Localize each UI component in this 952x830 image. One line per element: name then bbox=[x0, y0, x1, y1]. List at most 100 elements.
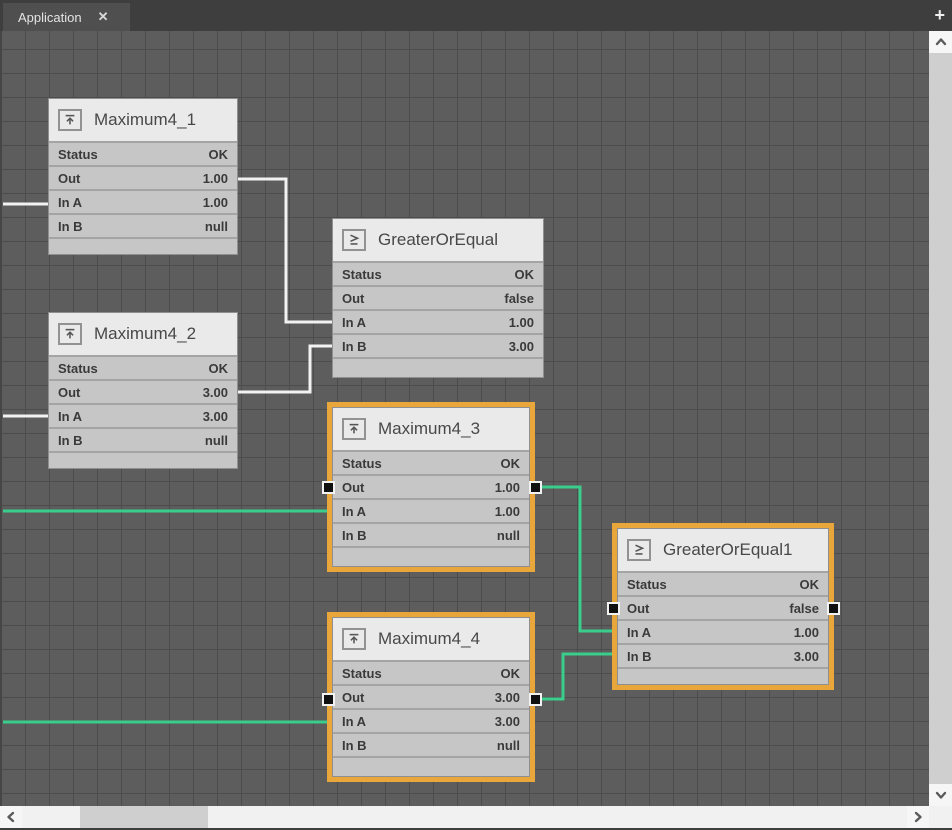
row-label: In A bbox=[342, 504, 366, 519]
row-value: OK bbox=[501, 456, 521, 471]
vertical-scroll-thumb[interactable] bbox=[929, 53, 952, 784]
node-row-out[interactable]: Out 1.00 bbox=[333, 476, 529, 498]
node-row-out[interactable]: Out 3.00 bbox=[333, 686, 529, 708]
scroll-down-icon[interactable] bbox=[929, 784, 952, 806]
row-label: In A bbox=[58, 409, 82, 424]
node-title: Maximum4_1 bbox=[94, 110, 196, 130]
row-value: 3.00 bbox=[794, 649, 819, 664]
row-value: false bbox=[504, 291, 534, 306]
horizontal-scrollbar[interactable] bbox=[0, 806, 929, 828]
node-row-out[interactable]: Outfalse bbox=[618, 597, 828, 619]
node-row-out[interactable]: Outfalse bbox=[333, 287, 543, 309]
row-value: null bbox=[205, 219, 228, 234]
row-value: 3.00 bbox=[509, 339, 534, 354]
node-row-in-b[interactable]: In B 3.00 bbox=[333, 335, 543, 357]
greater-or-equal-icon bbox=[342, 229, 366, 251]
node-title: Maximum4_4 bbox=[378, 629, 480, 649]
node-row-in-a[interactable]: In A1.00 bbox=[333, 311, 543, 333]
node-title: GreaterOrEqual1 bbox=[663, 540, 792, 560]
row-label: Out bbox=[342, 690, 364, 705]
row-value: null bbox=[497, 528, 520, 543]
row-label: In B bbox=[342, 528, 367, 543]
maximum-icon bbox=[342, 418, 366, 440]
node-row-in-a[interactable]: In A 1.00 bbox=[333, 500, 529, 522]
row-value: OK bbox=[209, 147, 229, 162]
node-footer bbox=[49, 453, 237, 468]
greater-or-equal-icon bbox=[627, 539, 651, 561]
node-row-out[interactable]: Out1.00 bbox=[49, 167, 237, 189]
node-row-in-b[interactable]: In B null bbox=[49, 215, 237, 237]
node-row-in-a[interactable]: In A 3.00 bbox=[49, 405, 237, 427]
node-footer bbox=[49, 239, 237, 254]
node-row-in-b[interactable]: In B null bbox=[333, 524, 529, 546]
node-row-in-a[interactable]: In A1.00 bbox=[618, 621, 828, 643]
row-value: 3.00 bbox=[203, 385, 228, 400]
row-label: In A bbox=[58, 195, 82, 210]
node-footer bbox=[333, 758, 529, 776]
row-label: In B bbox=[58, 219, 83, 234]
vertical-scrollbar[interactable] bbox=[929, 31, 952, 806]
node-maximum4-2[interactable]: Maximum4_2 StatusOKOut3.00 In A 3.00 In Bnul… bbox=[48, 312, 238, 469]
node-footer bbox=[618, 669, 828, 684]
node-row-in-b[interactable]: In B 3.00 bbox=[618, 645, 828, 667]
tab-application[interactable]: Application ✕ bbox=[3, 3, 130, 31]
row-label: In B bbox=[342, 339, 367, 354]
node-header[interactable]: Maximum4_1 bbox=[49, 99, 237, 141]
node-maximum4-1[interactable]: Maximum4_1 Status OK Out1.00In A1.00 In B nul… bbox=[48, 98, 238, 255]
node-row-status[interactable]: Status OK bbox=[49, 143, 237, 165]
canvas[interactable]: Maximum4_1 Status OK Out 1.00 In A 1.00 In B nul… bbox=[0, 31, 929, 806]
row-label: Status bbox=[58, 147, 98, 162]
node-row-out[interactable]: Out3.00 bbox=[49, 381, 237, 403]
node-row-status[interactable]: StatusOK bbox=[333, 263, 543, 285]
node-header[interactable]: Maximum4_4 bbox=[333, 618, 529, 660]
row-label: In B bbox=[627, 649, 652, 664]
node-row-in-b[interactable]: In Bnull bbox=[333, 734, 529, 756]
row-label: Status bbox=[342, 456, 382, 471]
row-label: Status bbox=[342, 666, 382, 681]
scroll-up-icon[interactable] bbox=[929, 31, 952, 53]
node-row-in-a[interactable]: In A3.00 bbox=[333, 710, 529, 732]
tab-close-icon[interactable]: ✕ bbox=[98, 9, 109, 25]
horizontal-scroll-thumb[interactable] bbox=[80, 806, 208, 828]
node-row-status[interactable]: Status OK bbox=[333, 452, 529, 474]
scroll-left-icon[interactable] bbox=[0, 806, 22, 828]
row-label: Out bbox=[342, 480, 364, 495]
row-value: 3.00 bbox=[495, 690, 520, 705]
port-handle-1[interactable] bbox=[529, 481, 542, 494]
node-greaterorequal1[interactable]: GreaterOrEqual1StatusOKOutfalseIn A1.00I… bbox=[617, 528, 829, 685]
row-value: false bbox=[789, 601, 819, 616]
tab-bar: Application ✕ + bbox=[0, 0, 952, 31]
row-value: 3.00 bbox=[203, 409, 228, 424]
node-header[interactable]: Maximum4_3 bbox=[333, 408, 529, 450]
port-handle-4[interactable] bbox=[607, 602, 620, 615]
row-label: Status bbox=[58, 361, 98, 376]
tab-label: Application bbox=[18, 10, 82, 25]
node-row-in-a[interactable]: In A1.00 bbox=[49, 191, 237, 213]
canvas-left-edge bbox=[0, 31, 2, 806]
port-handle-0[interactable] bbox=[322, 481, 335, 494]
row-value: 1.00 bbox=[509, 315, 534, 330]
node-greaterorequal[interactable]: GreaterOrEqualStatusOKOutfalseIn A1.00In… bbox=[332, 218, 544, 378]
node-footer bbox=[333, 548, 529, 566]
node-row-status[interactable]: StatusOK bbox=[618, 573, 828, 595]
row-value: 1.00 bbox=[794, 625, 819, 640]
node-row-in-b[interactable]: In Bnull bbox=[49, 429, 237, 451]
row-value: 1.00 bbox=[495, 480, 520, 495]
new-tab-button[interactable]: + bbox=[934, 4, 945, 26]
port-handle-5[interactable] bbox=[827, 602, 840, 615]
node-header[interactable]: GreaterOrEqual bbox=[333, 219, 543, 261]
node-header[interactable]: Maximum4_2 bbox=[49, 313, 237, 355]
scroll-right-icon[interactable] bbox=[907, 806, 929, 828]
node-row-status[interactable]: StatusOK bbox=[333, 662, 529, 684]
port-handle-3[interactable] bbox=[529, 693, 542, 706]
node-maximum4-3[interactable]: Maximum4_3 Status OK Out 1.00 In A 1.00 In B nul… bbox=[332, 407, 530, 567]
node-maximum4-4[interactable]: Maximum4_4 StatusOK Out 3.00 In A3.00In Bnul… bbox=[332, 617, 530, 777]
port-handle-2[interactable] bbox=[322, 693, 335, 706]
row-label: Status bbox=[627, 577, 667, 592]
node-row-status[interactable]: StatusOK bbox=[49, 357, 237, 379]
node-title: Maximum4_2 bbox=[94, 324, 196, 344]
row-value: null bbox=[205, 433, 228, 448]
row-value: 1.00 bbox=[495, 504, 520, 519]
row-label: Status bbox=[342, 267, 382, 282]
node-header[interactable]: GreaterOrEqual1 bbox=[618, 529, 828, 571]
